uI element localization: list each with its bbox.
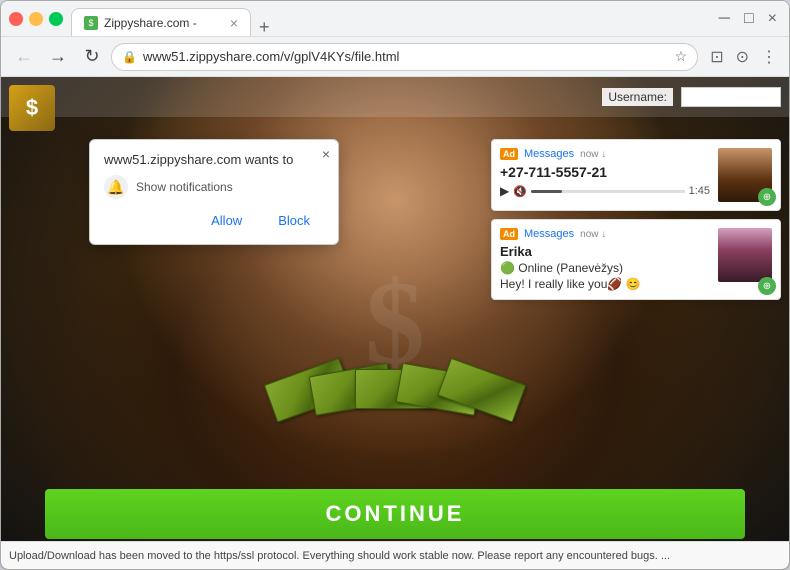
ad-badge-2: Ad: [500, 228, 518, 240]
close-window-button[interactable]: ×: [764, 8, 781, 30]
notification-item: 🔔 Show notifications: [104, 175, 324, 199]
ad-status: 🟢 Online (Panevėžys): [500, 261, 710, 275]
window-close-button[interactable]: [9, 12, 23, 26]
allow-button[interactable]: Allow: [197, 209, 256, 232]
url-text: www51.zippyshare.com/v/gplV4KYs/file.htm…: [143, 49, 669, 64]
window-minimize-button[interactable]: [29, 12, 43, 26]
logo-area: $: [9, 85, 59, 135]
active-tab[interactable]: $ Zippyshare.com - ×: [71, 8, 251, 36]
ad-panel: Ad Messages now ↓ +27-711-5557-21 ▶ 🔇 1:…: [491, 139, 781, 300]
ad-audio-bar: ▶ 🔇 1:45: [500, 184, 710, 198]
logo-box: $: [9, 85, 55, 131]
ad-card-2[interactable]: Ad Messages now ↓ Erika 🟢 Online (Panevė…: [491, 219, 781, 300]
audio-track[interactable]: [531, 190, 685, 193]
username-input[interactable]: [681, 87, 781, 107]
ad-source-2: Messages: [524, 228, 574, 240]
title-bar: $ Zippyshare.com - × + ─ □ ×: [1, 1, 789, 37]
ad-settings-button-2[interactable]: ⊕: [758, 277, 776, 295]
menu-button[interactable]: ⋮: [757, 45, 781, 69]
notification-buttons: Allow Block: [104, 209, 324, 232]
ad-source-1: Messages: [524, 148, 574, 160]
toolbar-right: ⊡ ⊙ ⋮: [706, 45, 781, 69]
refresh-button[interactable]: ↻: [77, 42, 107, 72]
ad-name: Erika: [500, 244, 710, 259]
tab-bar: $ Zippyshare.com - × +: [71, 1, 715, 36]
tab-title: Zippyshare.com -: [104, 16, 224, 30]
notification-item-text: Show notifications: [136, 180, 233, 194]
ad-card-1[interactable]: Ad Messages now ↓ +27-711-5557-21 ▶ 🔇 1:…: [491, 139, 781, 211]
bell-icon: 🔔: [104, 175, 128, 199]
cast-button[interactable]: ⊡: [706, 45, 727, 69]
notification-close-button[interactable]: ×: [322, 146, 330, 162]
toolbar: ← → ↻ 🔒 www51.zippyshare.com/v/gplV4KYs/…: [1, 37, 789, 77]
block-button[interactable]: Block: [264, 209, 324, 232]
money-bills: [245, 369, 545, 489]
ad-card-1-header: Ad Messages now ↓: [500, 148, 710, 160]
address-bar[interactable]: 🔒 www51.zippyshare.com/v/gplV4KYs/file.h…: [111, 43, 698, 71]
tab-favicon: $: [84, 16, 98, 30]
ad-card-1-content: Ad Messages now ↓ +27-711-5557-21 ▶ 🔇 1:…: [500, 148, 710, 202]
ad-card-2-content: Ad Messages now ↓ Erika 🟢 Online (Panevė…: [500, 228, 710, 291]
ad-message: Hey! I really like you🏈 😊: [500, 277, 710, 291]
ad-badge-1: Ad: [500, 148, 518, 160]
status-text: Upload/Download has been moved to the ht…: [9, 550, 670, 562]
ad-person-image-2: [718, 228, 772, 282]
top-overlay-bar: $ Up Username:: [1, 77, 789, 117]
window-maximize-button[interactable]: [49, 12, 63, 26]
audio-progress: [531, 190, 562, 193]
ad-time-2: now ↓: [580, 229, 606, 240]
bookmark-icon[interactable]: ☆: [675, 48, 688, 65]
notification-popup: × www51.zippyshare.com wants to 🔔 Show n…: [89, 139, 339, 245]
audio-time: 1:45: [689, 185, 710, 197]
volume-icon: 🔇: [513, 185, 527, 198]
ad-settings-button-1[interactable]: ⊕: [758, 188, 776, 206]
page-content: $ $ Up Username: CONTINUE Upload: [1, 77, 789, 569]
ad-phone: +27-711-5557-21: [500, 164, 710, 180]
ad-card-2-header: Ad Messages now ↓: [500, 228, 710, 240]
window-controls: [9, 12, 63, 26]
new-tab-button[interactable]: +: [251, 18, 278, 36]
back-button[interactable]: ←: [9, 42, 39, 72]
profile-button[interactable]: ⊙: [732, 45, 753, 69]
browser-window: $ Zippyshare.com - × + ─ □ × ← → ↻ 🔒 www…: [0, 0, 790, 570]
forward-button[interactable]: →: [43, 42, 73, 72]
minimize-window-button[interactable]: ─: [715, 8, 734, 30]
continue-button[interactable]: CONTINUE: [45, 489, 745, 539]
title-bar-right: ─ □ ×: [715, 8, 781, 30]
username-label: Username:: [602, 88, 673, 106]
notification-title: www51.zippyshare.com wants to: [104, 152, 324, 167]
ad-thumb-2: [718, 228, 772, 282]
restore-window-button[interactable]: □: [740, 8, 758, 30]
tab-close-button[interactable]: ×: [230, 15, 238, 31]
ad-time-1: now ↓: [580, 149, 606, 160]
lock-icon: 🔒: [122, 50, 137, 64]
play-icon[interactable]: ▶: [500, 184, 509, 198]
status-bar: Upload/Download has been moved to the ht…: [1, 541, 789, 569]
logo-icon: $: [26, 95, 38, 121]
